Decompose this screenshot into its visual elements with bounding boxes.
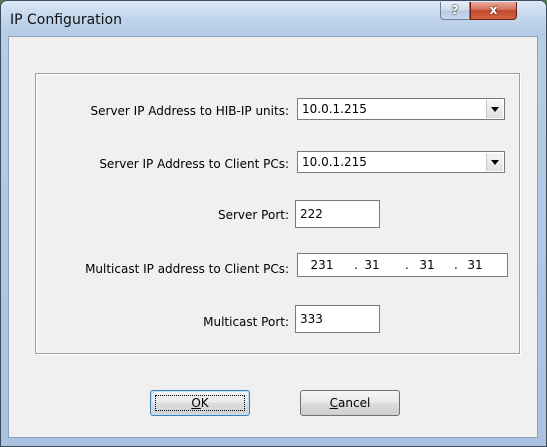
ip-octet-4[interactable]: 31: [460, 258, 490, 272]
chevron-down-icon[interactable]: [486, 100, 503, 118]
cancel-button[interactable]: Cancel: [300, 390, 400, 416]
ok-button[interactable]: OK: [150, 390, 250, 416]
multicast-ip-label: Multicast IP address to Client PCs:: [85, 262, 289, 276]
help-icon: ?: [451, 3, 459, 17]
server-ip-client-label: Server IP Address to Client PCs:: [99, 157, 289, 171]
server-ip-client-combobox[interactable]: 10.0.1.215: [297, 151, 505, 173]
window-title: IP Configuration: [10, 12, 122, 28]
ip-octet-2[interactable]: 31: [357, 258, 387, 272]
server-ip-hib-value: 10.0.1.215: [302, 102, 367, 116]
server-port-label: Server Port:: [218, 208, 289, 222]
server-ip-hib-combobox[interactable]: 10.0.1.215: [297, 98, 505, 120]
ip-separator: .: [454, 258, 458, 272]
ip-octet-1[interactable]: 231: [307, 258, 337, 272]
server-port-input[interactable]: 222: [295, 200, 380, 228]
multicast-port-value: 333: [300, 312, 323, 326]
dialog-client-area: Server IP Address to HIB-IP units: 10.0.…: [8, 36, 538, 438]
ip-octet-3[interactable]: 31: [412, 258, 442, 272]
server-port-value: 222: [300, 207, 323, 221]
multicast-port-input[interactable]: 333: [295, 305, 380, 333]
close-icon: x: [489, 3, 498, 17]
chevron-down-icon[interactable]: [486, 153, 503, 171]
server-ip-hib-label: Server IP Address to HIB-IP units:: [90, 104, 289, 118]
server-ip-client-value: 10.0.1.215: [302, 155, 367, 169]
cancel-button-label: Cancel: [329, 396, 371, 410]
ip-configuration-dialog: IP Configuration ? x Server IP Address t…: [0, 0, 547, 447]
multicast-port-label: Multicast Port:: [203, 315, 289, 329]
help-button[interactable]: ?: [440, 2, 470, 20]
close-button[interactable]: x: [470, 2, 517, 20]
ok-button-label: OK: [191, 396, 209, 410]
title-bar[interactable]: IP Configuration ? x: [1, 1, 546, 35]
multicast-ip-address-control[interactable]: 231 . 31 . 31 . 31: [297, 253, 508, 277]
ip-separator: .: [405, 258, 409, 272]
